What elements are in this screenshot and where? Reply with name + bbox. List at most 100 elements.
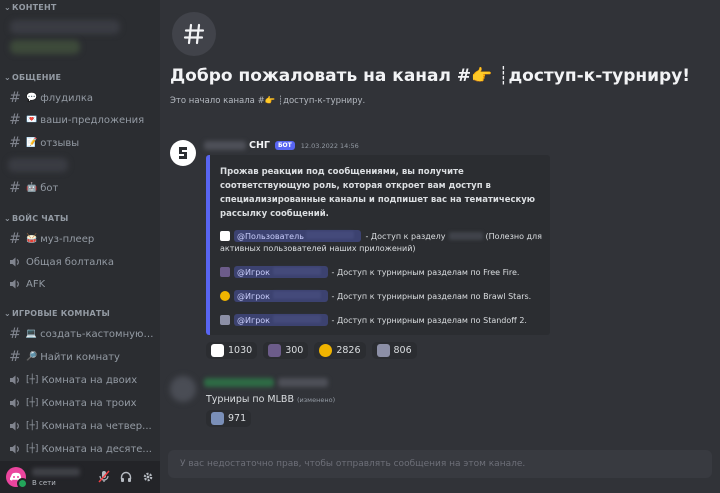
message-text: Турниры по MLBB (изменено) <box>206 394 336 405</box>
mlbb-icon <box>211 412 224 425</box>
reaction-bot[interactable]: 1030 <box>206 342 258 359</box>
speaker-icon <box>8 420 22 432</box>
plus-box-icon: [┼] <box>26 375 39 385</box>
voice-channel-room-ten[interactable]: [┼] Комната на десяте... <box>8 439 156 459</box>
standoff-icon <box>376 344 390 357</box>
speaker-icon <box>8 374 22 386</box>
hidden-text <box>448 232 483 240</box>
speaker-icon <box>8 256 22 268</box>
role-mention[interactable]: @Игрок <box>234 290 328 302</box>
voice-channel-afk[interactable]: AFK <box>8 274 156 294</box>
gear-icon[interactable] <box>142 468 154 487</box>
role-mention[interactable]: @Пользователь <box>234 230 362 242</box>
speaker-icon <box>8 397 22 409</box>
memo-icon: 📝 <box>26 138 38 148</box>
free-fire-icon <box>268 344 282 357</box>
channel-music[interactable]: # 🥁 муз-плеер <box>8 229 156 249</box>
voice-channel-general-talk[interactable]: Общая болталка <box>8 252 156 272</box>
plus-box-icon: [┼] <box>26 444 39 454</box>
bot-logo-icon <box>220 231 230 241</box>
channel-hash-icon <box>172 12 216 56</box>
chevron-down-icon: ⌄ <box>4 73 11 82</box>
channel-bot[interactable]: # 🤖 бот <box>8 178 156 198</box>
welcome-title: Добро пожаловать на канал #👉 ┊доступ-к-т… <box>170 66 691 86</box>
welcome-subtitle: Это начало канала #👉 ┊доступ-к-турниру. <box>170 96 366 106</box>
message-header: СНГ БОТ 12.03.2022 14:56 <box>204 140 359 151</box>
online-status-dot <box>17 478 28 489</box>
headphones-icon[interactable] <box>120 468 132 487</box>
bot-avatar[interactable] <box>170 140 196 166</box>
user-name-block[interactable]: В сети <box>32 467 80 487</box>
text-channel-icon: # <box>9 326 21 342</box>
plus-box-icon: [┼] <box>26 398 39 408</box>
embed-row-freefire: @Игрок - Доступ к турнирным разделам по … <box>220 266 519 278</box>
embed-row-user-cont: активных пользователей наших приложений) <box>220 244 416 253</box>
text-channel-icon: # <box>9 231 21 247</box>
edited-label: (изменено) <box>296 396 336 404</box>
standoff-icon <box>220 315 230 325</box>
hidden-channel[interactable] <box>10 20 120 34</box>
user-panel: В сети <box>0 461 160 493</box>
category-content[interactable]: ⌄КОНТЕНТ <box>4 3 57 12</box>
reaction-standoff[interactable]: 806 <box>371 342 417 359</box>
message-author[interactable]: СНГ <box>249 140 270 151</box>
category-general[interactable]: ⌄ОБЩЕНИЕ <box>4 73 61 82</box>
category-game-rooms[interactable]: ⌄ИГРОВЫЕ КОМНАТЫ <box>4 309 110 318</box>
channel-find-room[interactable]: # 🔎 Найти комнату <box>8 347 156 367</box>
input-placeholder: У вас недостаточно прав, чтобы отправлят… <box>180 459 526 469</box>
text-channel-icon: # <box>9 180 21 196</box>
chat-area: Добро пожаловать на канал #👉 ┊доступ-к-т… <box>160 0 720 493</box>
hidden-author-prefix <box>204 141 246 150</box>
bot-tag: БОТ <box>274 141 295 150</box>
music-player-icon: 🥁 <box>26 234 38 244</box>
robot-icon: 🤖 <box>26 183 38 193</box>
chevron-down-icon: ⌄ <box>4 309 11 318</box>
reaction-brawlstars[interactable]: 2826 <box>314 342 366 359</box>
message-timestamp: 12.03.2022 14:56 <box>300 141 359 150</box>
message-input-disabled: У вас недостаточно прав, чтобы отправлят… <box>168 450 712 478</box>
embed-row-brawlstars: @Игрок - Доступ к турнирным разделам по … <box>220 290 531 302</box>
heart-letter-icon: 💌 <box>26 115 38 125</box>
brawl-stars-icon <box>319 344 333 357</box>
voice-channel-room-two[interactable]: [┼] Комната на двоих <box>8 370 156 390</box>
user-avatar[interactable] <box>170 376 196 402</box>
plus-box-icon: [┼] <box>26 421 39 431</box>
channel-fludilka[interactable]: # 💬 флудилка <box>8 88 156 108</box>
channel-reviews[interactable]: # 📝 отзывы <box>8 133 156 153</box>
laptop-icon: 💻 <box>25 329 38 339</box>
bot-logo-icon <box>211 344 224 357</box>
voice-channel-room-four[interactable]: [┼] Комната на четвер... <box>8 416 156 436</box>
channel-sidebar: ⌄КОНТЕНТ ⌄ОБЩЕНИЕ # 💬 флудилка # 💌 ваши-… <box>0 0 160 493</box>
channel-create-custom[interactable]: # 💻 создать-кастомную-... <box>8 324 156 344</box>
text-channel-icon: # <box>9 90 21 106</box>
text-channel-icon: # <box>9 349 21 365</box>
role-mention[interactable]: @Игрок <box>234 314 328 326</box>
reactions: 971 <box>206 410 252 427</box>
free-fire-icon <box>220 267 230 277</box>
channel-suggestions[interactable]: # 💌 ваши-предложения <box>8 110 156 130</box>
hidden-channel[interactable] <box>10 40 80 54</box>
hidden-timestamp <box>278 378 328 387</box>
chevron-down-icon: ⌄ <box>4 3 11 12</box>
speaker-icon <box>8 278 22 290</box>
hidden-username <box>32 467 80 476</box>
hidden-channel[interactable] <box>8 158 68 172</box>
mic-muted-icon[interactable] <box>98 468 110 487</box>
text-channel-icon: # <box>9 135 21 151</box>
speech-bubble-icon: 💬 <box>26 93 38 103</box>
brawl-stars-icon <box>220 291 230 301</box>
bot-logo-icon <box>179 147 187 159</box>
voice-channel-room-three[interactable]: [┼] Комната на троих <box>8 393 156 413</box>
speaker-icon <box>8 443 22 455</box>
text-channel-icon: # <box>9 112 21 128</box>
user-avatar[interactable] <box>6 467 28 489</box>
embed-row-user: @Пользователь - Доступ к разделу (Полезн… <box>220 230 542 242</box>
reaction-freefire[interactable]: 300 <box>263 342 309 359</box>
hidden-author[interactable] <box>204 378 274 387</box>
magnifier-icon: 🔎 <box>26 352 38 362</box>
category-voice[interactable]: ⌄ВОЙС ЧАТЫ <box>4 214 68 223</box>
embed-row-standoff: @Игрок - Доступ к турнирным разделам по … <box>220 314 527 326</box>
role-mention[interactable]: @Игрок <box>234 266 328 278</box>
reactions: 1030 300 2826 806 <box>206 342 417 359</box>
reaction-mlbb[interactable]: 971 <box>206 410 252 427</box>
